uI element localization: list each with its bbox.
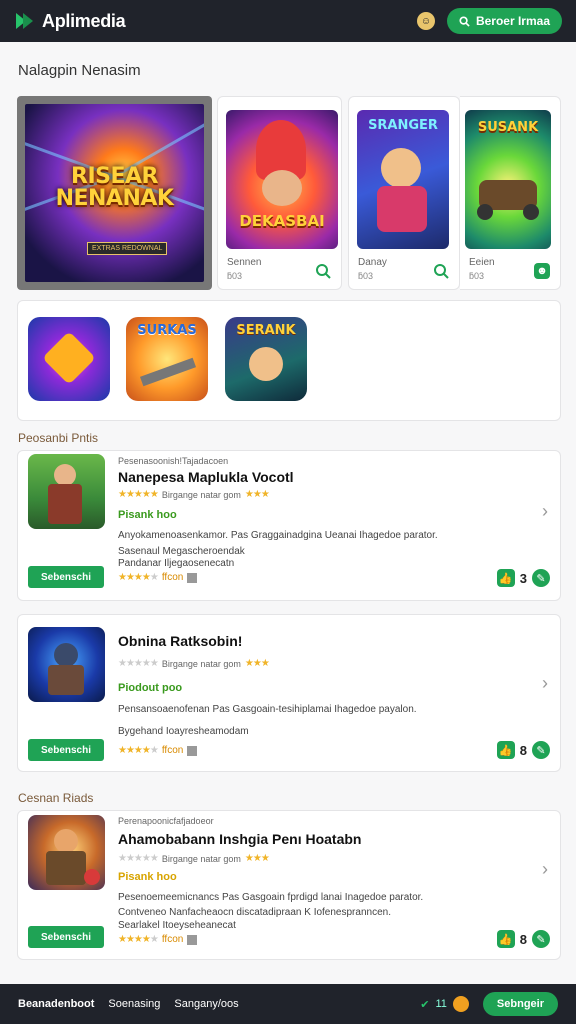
app-logo[interactable]: Aplimedia	[14, 10, 126, 32]
search-icon[interactable]	[315, 263, 331, 279]
coin-icon[interactable]	[452, 996, 469, 1012]
like-icon[interactable]: 👍	[496, 569, 515, 587]
featured-section-title: Nalagpin Nenasim	[18, 62, 141, 79]
item-description: Searlakel Itoeyseheanecat	[118, 920, 236, 931]
header-search-label: Beroer Irmaa	[475, 14, 550, 28]
profile-icon[interactable]: ☺	[416, 12, 435, 30]
item-title[interactable]: Ahamobabann Inshgia Penı Hoatabn	[118, 831, 361, 847]
get-button[interactable]: Sebenschi	[28, 566, 104, 588]
chat-icon[interactable]: ✎	[532, 741, 550, 759]
chat-icon[interactable]: ✎	[532, 930, 550, 948]
app-name: Aplimedia	[42, 10, 126, 31]
item-meta: Perenapoonicfafjadoeor	[118, 816, 214, 826]
item-description: Bygehand Ioayresheamodam	[118, 726, 249, 737]
featured-card-name: Danay	[358, 257, 387, 268]
chevron-right-icon[interactable]: ›	[542, 859, 548, 880]
item-rating: ★★★★★ Birgange natar gom ★★★	[118, 489, 270, 500]
featured-artwork: RISEAR NENANAK EXTRAS REDOWNAL	[25, 104, 204, 282]
item-bottom-rating: ★★★★★ ffcon	[118, 934, 198, 945]
game-thumbnail	[28, 815, 105, 890]
search-icon	[459, 15, 470, 27]
app-icon-row: SURKAS SERANK	[17, 300, 561, 421]
item-description: Pandanar Iljegaosenecatn	[118, 558, 235, 569]
featured-card-sub: ƃ03	[469, 271, 485, 281]
item-description: Pensansoaenofenan Pas Gasgoain-tesihipla…	[118, 704, 417, 715]
bottom-bar: Beanadenboot Soenasing Sangany/oos ✔ 11 …	[0, 984, 576, 1024]
item-description: Pesenoemeemicnancs Pas Gasgoain fprdigd …	[118, 892, 424, 903]
tag-icon	[187, 745, 198, 756]
item-rating: ★★★★★ Birgange natar gom ★★★	[118, 658, 270, 669]
item-title[interactable]: Obnina Ratksobin!	[118, 633, 242, 649]
list-item[interactable]: Obnina Ratksobin! ★★★★★ Birgange natar g…	[17, 614, 561, 772]
footer-status: ✔ 11	[420, 996, 469, 1012]
header-search-button[interactable]: Beroer Irmaa	[446, 8, 562, 34]
game-thumbnail: SRANGER	[357, 110, 449, 249]
like-icon[interactable]: 👍	[496, 930, 515, 948]
item-actions: 👍 3 ✎	[496, 569, 550, 587]
get-button[interactable]: Sebenschi	[28, 926, 104, 948]
footer-link[interactable]: Soenasing	[108, 998, 160, 1010]
featured-main-card[interactable]: RISEAR NENANAK EXTRAS REDOWNAL	[17, 96, 212, 290]
like-icon[interactable]: 👍	[496, 741, 515, 759]
featured-card[interactable]: SRANGER Danay ƃ03	[348, 96, 460, 290]
game-thumbnail	[28, 454, 105, 529]
chat-icon[interactable]: ✎	[532, 569, 550, 587]
featured-card-name: Sennen	[227, 257, 262, 268]
item-actions: 👍 8 ✎	[496, 741, 550, 759]
top-bar: Aplimedia ☺ Beroer Irmaa	[0, 0, 576, 42]
featured-title: RISEAR NENANAK	[55, 164, 174, 211]
search-icon[interactable]	[433, 263, 449, 279]
featured-badge: EXTRAS REDOWNAL	[87, 242, 168, 255]
tag-icon	[187, 572, 198, 583]
item-tag: Pisank hoo	[118, 509, 177, 521]
featured-card-sub: ƃ03	[358, 271, 374, 281]
item-actions: 👍 8 ✎	[496, 930, 550, 948]
item-title[interactable]: Nanepesa Maplukla Vocotl	[118, 469, 294, 485]
featured-card[interactable]: DEKASBAI Sennen ƃ03	[217, 96, 342, 290]
item-description: Contveneo Nanfacheaocn discatadipraan K …	[118, 907, 391, 918]
game-thumbnail: SUSANK	[465, 110, 551, 249]
app-icon[interactable]: SERANK	[225, 317, 307, 401]
chevron-right-icon[interactable]: ›	[542, 501, 548, 522]
game-thumbnail	[28, 627, 105, 702]
like-count: 8	[519, 742, 527, 758]
list-section-title: Cesnan Riads	[18, 791, 94, 805]
rating-stars: ★★★★★	[118, 489, 159, 500]
app-icon[interactable]: SURKAS	[126, 317, 208, 401]
item-bottom-rating: ★★★★★ ffcon	[118, 745, 198, 756]
game-thumbnail: DEKASBAI	[226, 110, 338, 249]
list-item[interactable]: Perenapoonicfafjadoeor Ahamobabann Inshg…	[17, 810, 561, 960]
chevron-right-icon[interactable]: ›	[542, 673, 548, 694]
item-meta: Pesenasoonish!Tajadacoen	[118, 456, 229, 466]
user-icon[interactable]: ☻	[534, 263, 550, 279]
item-rating: ★★★★★ Birgange natar gom ★★★	[118, 853, 270, 864]
list-item[interactable]: Pesenasoonish!Tajadacoen Nanepesa Mapluk…	[17, 450, 561, 601]
item-tag: Piodout poo	[118, 682, 183, 694]
item-description: Anyokamenoasenkamor. Pas Graggainadgina …	[118, 530, 438, 541]
logo-icon	[16, 13, 33, 29]
footer-link[interactable]: Beanadenboot	[18, 998, 94, 1010]
featured-card-sub: ƃ03	[227, 271, 243, 281]
like-count: 8	[519, 931, 527, 947]
featured-card[interactable]: SUSANK Eeien ƃ03 ☻	[460, 96, 561, 290]
tag-icon	[187, 934, 198, 945]
featured-card-name: Eeien	[469, 257, 495, 268]
bird-icon: ✔	[420, 998, 430, 1011]
app-icon[interactable]	[28, 317, 110, 401]
item-bottom-rating: ★★★★★ ffcon	[118, 572, 198, 583]
list-section-title: Peosanbi Pntis	[18, 431, 99, 445]
footer-action-button[interactable]: Sebngeir	[482, 992, 558, 1016]
get-button[interactable]: Sebenschi	[28, 739, 104, 761]
like-count: 3	[519, 570, 527, 586]
item-tag: Pisank hoo	[118, 871, 177, 883]
footer-link[interactable]: Sangany/oos	[174, 998, 238, 1010]
rating-stars: ★★★	[244, 489, 270, 500]
footer-count: 11	[435, 998, 447, 1010]
